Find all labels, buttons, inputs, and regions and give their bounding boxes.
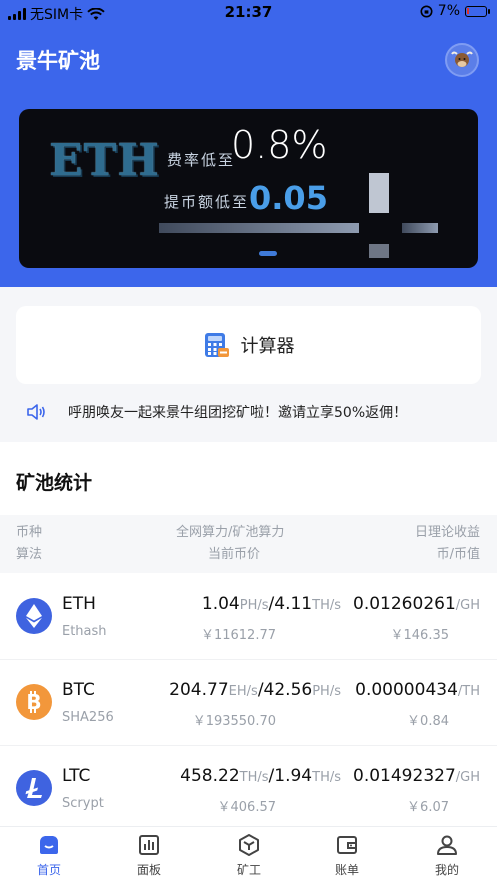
banner-min-label: 提币额低至 — [164, 193, 250, 211]
header-algo: 算法 — [16, 547, 43, 562]
app-title: 景牛矿池 — [16, 49, 100, 73]
coin-name: ETH — [62, 594, 96, 614]
hashrate: 204.77EH/s/42.56PH/s — [169, 680, 341, 700]
tab-miners[interactable]: 矿工 — [219, 833, 279, 878]
header-income: 日理论收益 — [414, 525, 480, 540]
tab-label: 账单 — [334, 863, 359, 877]
daily-income: 0.01260261/GH — [353, 594, 480, 614]
tab-label: 面板 — [136, 863, 161, 877]
table-row-btc[interactable]: B BTC SHA256 204.77EH/s/42.56PH/s ￥19355… — [0, 660, 497, 746]
table-row-eth[interactable]: ETH Ethash 1.04PH/s/4.11TH/s ￥11612.77 0… — [0, 574, 497, 660]
orientation-lock-icon — [420, 5, 433, 17]
battery-percent: 7% — [437, 3, 460, 19]
cube-icon — [239, 834, 259, 856]
daily-income: 0.01492327/GH — [353, 766, 480, 786]
banner-decoration — [369, 244, 389, 258]
pool-hashrate: 42.56 — [263, 680, 313, 700]
banner-decoration — [369, 173, 389, 213]
tab-label: 首页 — [36, 863, 61, 877]
btc-coin-icon: B — [16, 684, 52, 720]
header-coin: 币种 — [16, 525, 43, 540]
income-cny: ￥0.84 — [407, 714, 449, 729]
home-icon — [40, 836, 58, 854]
income-unit: /GH — [455, 770, 480, 785]
net-hashrate-unit: TH/s — [239, 770, 269, 785]
header-hashrate: 全网算力/矿池算力 — [176, 525, 285, 540]
speaker-icon — [27, 404, 45, 420]
eth-coin-icon — [16, 598, 52, 634]
hashrate: 458.22TH/s/1.94TH/s — [180, 766, 341, 786]
tab-bills[interactable]: 账单 — [317, 833, 377, 878]
net-hashrate-unit: EH/s — [228, 684, 258, 699]
coin-name: LTC — [62, 766, 91, 786]
table-header: 币种 算法 全网算力/矿池算力 当前币价 日理论收益 币/币值 — [0, 515, 497, 573]
header-income-unit: 币/币值 — [436, 547, 480, 562]
calculator-label: 计算器 — [240, 336, 295, 357]
net-hashrate: 458.22 — [180, 766, 240, 786]
income-cny: ￥146.35 — [390, 628, 450, 643]
wallet-icon — [337, 836, 357, 854]
status-right: 7% — [420, 3, 490, 19]
bull-avatar-icon — [451, 51, 473, 67]
coin-algo: Ethash — [62, 624, 107, 639]
coin-price: ￥11612.77 — [200, 628, 276, 643]
income-cny: ￥6.07 — [407, 800, 449, 815]
pagination-dot-active[interactable] — [259, 251, 277, 256]
banner-pagination — [259, 251, 277, 256]
tab-label: 我的 — [434, 863, 459, 877]
income-unit: /GH — [455, 598, 480, 613]
user-icon — [437, 835, 457, 855]
calculator-icon — [204, 333, 229, 357]
promo-banner[interactable]: ETH 费率低至 0.8% 提币额低至 0.05 — [19, 109, 478, 268]
coin-price: ￥406.57 — [217, 800, 277, 815]
banner-decoration — [159, 223, 359, 233]
bottom-tab-bar: 首页 面板 矿工 账单 我的 — [0, 826, 497, 883]
banner-fee-value: 0.8% — [231, 123, 328, 167]
net-hashrate: 1.04 — [201, 594, 240, 614]
income-value: 0.01260261 — [353, 594, 456, 614]
coin-name: BTC — [62, 680, 95, 700]
income-unit: /TH — [457, 684, 480, 699]
header-price: 当前币价 — [208, 547, 261, 562]
hashrate: 1.04PH/s/4.11TH/s — [202, 594, 341, 614]
pool-hashrate-unit: TH/s — [312, 598, 341, 613]
calculator-button[interactable]: 计算器 — [16, 306, 481, 384]
coin-algo: SHA256 — [62, 710, 114, 725]
coin-price: ￥193550.70 — [192, 714, 276, 729]
net-hashrate: 204.77 — [169, 680, 229, 700]
banner-coin-logo: ETH — [49, 135, 160, 186]
banner-fee-label: 费率低至 — [167, 151, 236, 169]
tab-home[interactable]: 首页 — [19, 833, 79, 878]
tab-profile[interactable]: 我的 — [417, 833, 477, 878]
notice-text: 呼朋唤友一起来景牛组团挖矿啦！邀请立享50%返佣！ — [68, 405, 408, 421]
income-value: 0.00000434 — [355, 680, 458, 700]
table-row-ltc[interactable]: LTC Scrypt 458.22TH/s/1.94TH/s ￥406.57 0… — [0, 746, 497, 832]
avatar[interactable] — [445, 43, 479, 77]
chart-icon — [139, 835, 159, 855]
pool-hashrate: 1.94 — [274, 766, 313, 786]
income-value: 0.01492327 — [353, 766, 456, 786]
battery-icon — [465, 5, 490, 17]
coin-algo: Scrypt — [62, 796, 104, 811]
banner-decoration — [402, 223, 438, 233]
pool-hashrate-unit: PH/s — [312, 684, 341, 699]
ltc-coin-icon — [16, 770, 52, 806]
section-title: 矿池统计 — [16, 472, 93, 494]
pool-hashrate: 4.11 — [274, 594, 313, 614]
notice-bar[interactable]: 呼朋唤友一起来景牛组团挖矿啦！邀请立享50%返佣！ — [26, 402, 486, 422]
daily-income: 0.00000434/TH — [355, 680, 480, 700]
net-hashrate-unit: PH/s — [239, 598, 269, 613]
status-bar: 无SIM卡 21:37 7% — [0, 0, 497, 24]
tab-label: 矿工 — [236, 863, 261, 877]
tab-dashboard[interactable]: 面板 — [119, 833, 179, 878]
banner-min-value: 0.05 — [249, 179, 328, 217]
pool-hashrate-unit: TH/s — [312, 770, 341, 785]
